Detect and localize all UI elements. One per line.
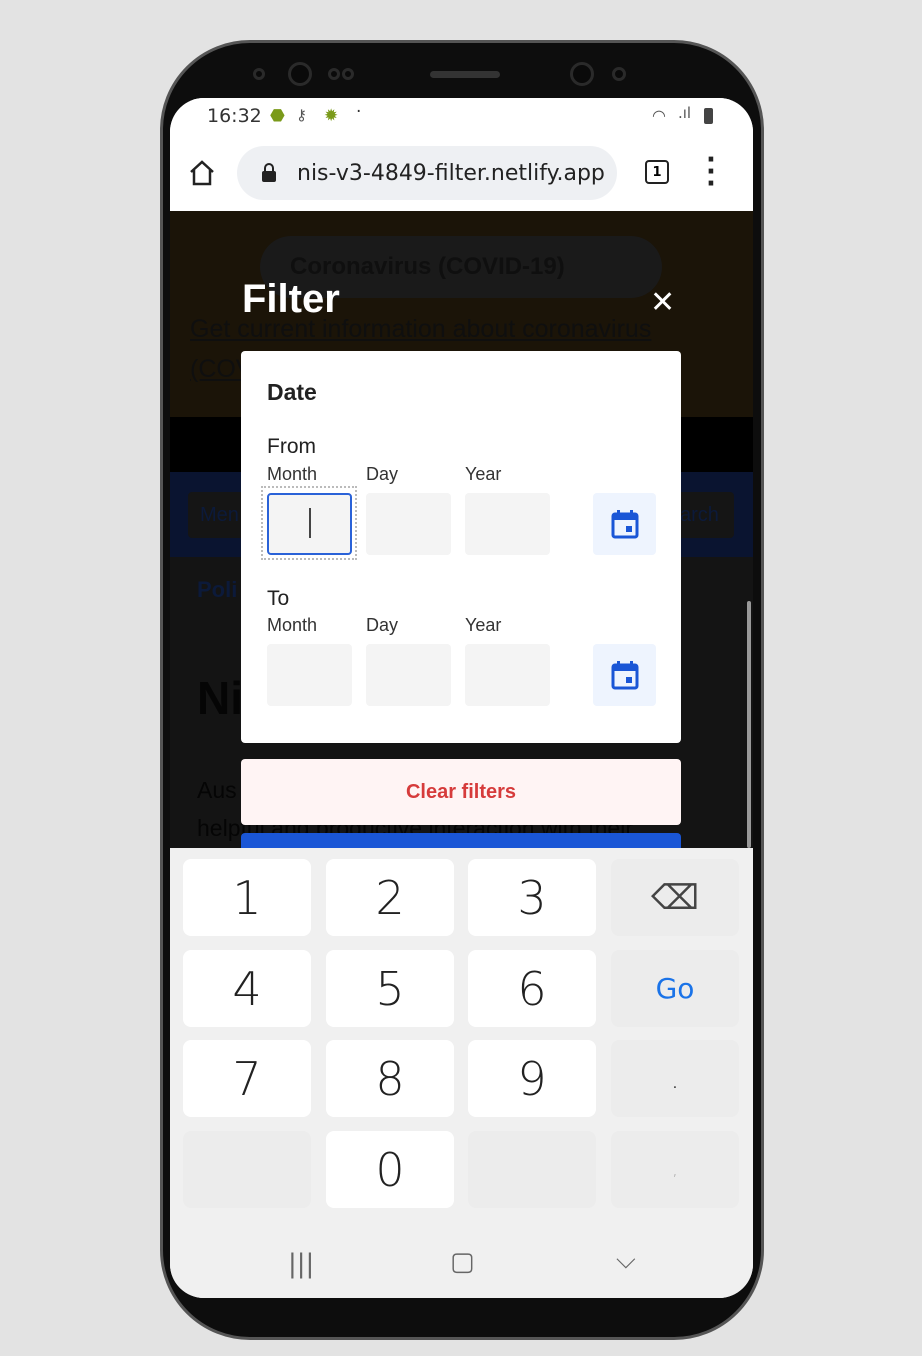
- dot-icon: ·: [356, 102, 362, 122]
- key-comma[interactable]: ,: [611, 1131, 739, 1208]
- browser-toolbar: nis-v3-4849-filter.netlify.app 1 · · ·: [170, 140, 753, 211]
- more-vert-icon[interactable]: · · ·: [706, 147, 716, 197]
- from-label: From: [267, 435, 316, 458]
- go-key[interactable]: Go: [611, 950, 739, 1027]
- backspace-icon[interactable]: ⌫: [611, 859, 739, 936]
- from-day-label: Day: [366, 464, 399, 484]
- to-month-label: Month: [267, 615, 318, 635]
- lock-icon: [262, 163, 276, 182]
- system-nav-bar: ||| ▢ ⌵: [170, 1235, 753, 1298]
- key-icon: ⚷: [296, 106, 307, 124]
- key-9[interactable]: 9: [468, 1040, 596, 1117]
- signal-icon: .ıl: [678, 104, 692, 122]
- from-year-input[interactable]: [465, 493, 550, 555]
- sensor-icon: [612, 67, 626, 81]
- numeric-keyboard: 1 2 3 ⌫ 4 5 6 Go 7 8 9 . 0 ,: [170, 848, 753, 1235]
- calendar-icon: [611, 661, 638, 690]
- key-blank: [468, 1131, 596, 1208]
- key-0[interactable]: 0: [326, 1131, 454, 1208]
- clock: 16:32: [207, 105, 262, 127]
- calendar-icon: [611, 510, 638, 539]
- key-period[interactable]: .: [611, 1040, 739, 1117]
- key-2[interactable]: 2: [326, 859, 454, 936]
- apply-filters-button[interactable]: [241, 833, 681, 848]
- text-cursor: [309, 508, 311, 538]
- home-icon[interactable]: [188, 159, 216, 187]
- clear-filters-button[interactable]: Clear filters: [241, 759, 681, 825]
- from-month-label: Month: [267, 464, 318, 484]
- filter-title: Filter: [242, 277, 340, 321]
- tabs-icon[interactable]: 1: [645, 160, 669, 184]
- back-icon[interactable]: ⌵: [616, 1245, 636, 1276]
- date-section-title: Date: [267, 379, 317, 405]
- key-4[interactable]: 4: [183, 950, 311, 1027]
- from-calendar-button[interactable]: [593, 493, 656, 555]
- to-year-input[interactable]: [465, 644, 550, 706]
- android-icon: ⬣: [270, 106, 285, 126]
- to-month-input[interactable]: [267, 644, 352, 706]
- camera-icon: [288, 62, 312, 86]
- key-1[interactable]: 1: [183, 859, 311, 936]
- web-content: Coronavirus (COVID-19) Get current infor…: [170, 211, 753, 848]
- to-day-input[interactable]: [366, 644, 451, 706]
- camera-icon: [570, 62, 594, 86]
- sensor-icon: [342, 68, 354, 80]
- status-bar: 16:32 ⬣ ⚷ ✹ · ◠ .ıl: [170, 98, 753, 140]
- from-year-label: Year: [465, 464, 502, 484]
- recents-icon[interactable]: |||: [288, 1249, 314, 1279]
- to-year-label: Year: [465, 615, 502, 635]
- key-6[interactable]: 6: [468, 950, 596, 1027]
- breadcrumb[interactable]: Poli: [197, 577, 237, 603]
- page-heading: Ni: [197, 672, 243, 724]
- to-label: To: [267, 587, 290, 610]
- android-debug-icon: ✹: [324, 106, 339, 126]
- wifi-icon: ◠: [652, 106, 666, 125]
- sensor-icon: [328, 68, 340, 80]
- key-blank: [183, 1131, 311, 1208]
- url-text: nis-v3-4849-filter.netlify.app: [297, 160, 605, 186]
- key-8[interactable]: 8: [326, 1040, 454, 1117]
- speaker-grille: [430, 71, 500, 78]
- close-icon[interactable]: ✕: [650, 285, 675, 320]
- home-nav-icon[interactable]: ▢: [450, 1247, 475, 1277]
- menu-button-label: Men: [200, 504, 239, 526]
- key-7[interactable]: 7: [183, 1040, 311, 1117]
- page-paragraph: Aus: [197, 777, 237, 803]
- url-bar[interactable]: nis-v3-4849-filter.netlify.app: [237, 146, 617, 200]
- battery-icon: [704, 108, 713, 124]
- screen: 16:32 ⬣ ⚷ ✹ · ◠ .ıl nis-v3-4849-filter.n…: [170, 98, 753, 1298]
- to-calendar-button[interactable]: [593, 644, 656, 706]
- from-day-input[interactable]: [366, 493, 451, 555]
- sensor-icon: [253, 68, 265, 80]
- search-button-label: arch: [680, 504, 719, 526]
- date-filter-card: Date From Month Day Year To Month Day Ye…: [241, 351, 681, 743]
- key-3[interactable]: 3: [468, 859, 596, 936]
- key-5[interactable]: 5: [326, 950, 454, 1027]
- to-day-label: Day: [366, 615, 399, 635]
- scrollbar[interactable]: [747, 601, 751, 848]
